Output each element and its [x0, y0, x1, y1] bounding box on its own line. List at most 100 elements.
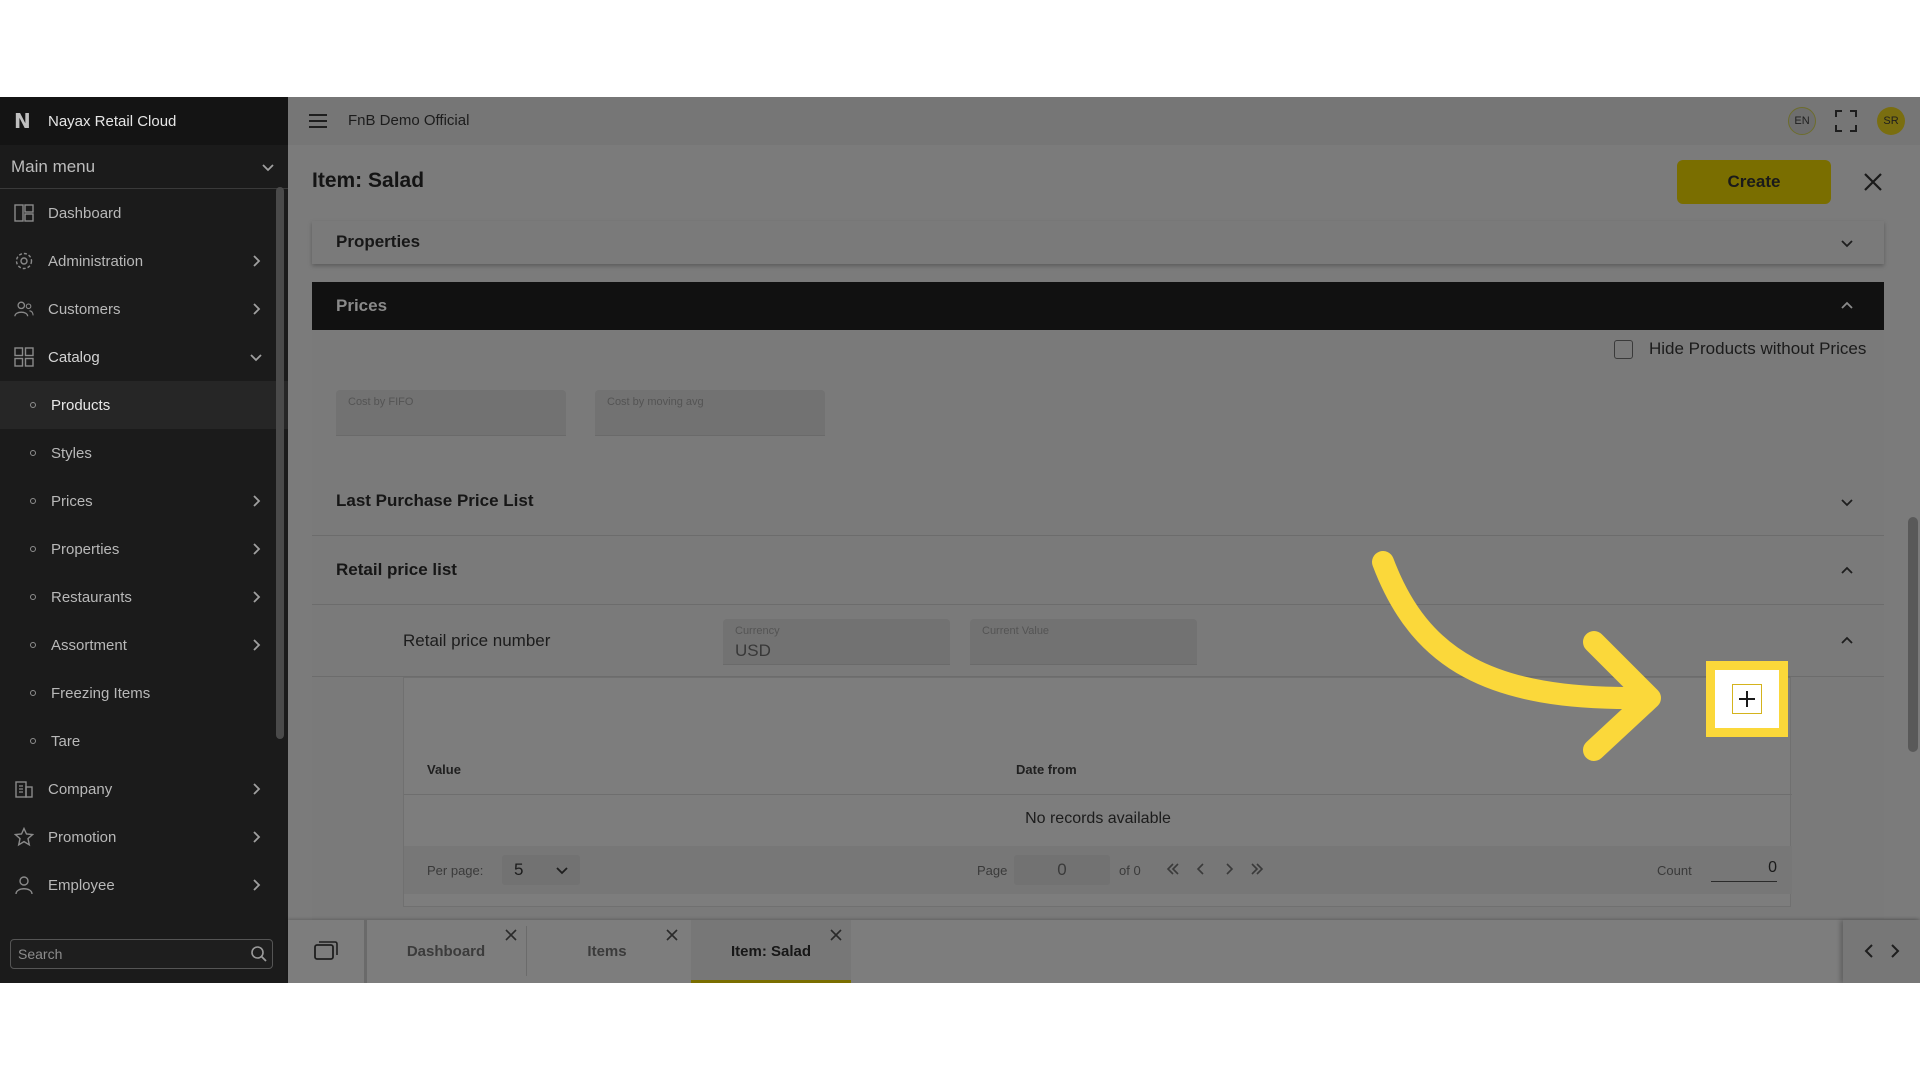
tab-items[interactable]: Items — [527, 920, 687, 983]
sidebar-item-label: Company — [48, 780, 113, 798]
per-page-label: Per page: — [427, 863, 484, 878]
field-label: Cost by FIFO — [348, 396, 414, 408]
user-avatar[interactable]: SR — [1877, 107, 1905, 135]
retail-price-number-row[interactable]: Retail price number Currency USD Current… — [312, 607, 1884, 677]
add-record-highlighted-button[interactable] — [1715, 670, 1779, 728]
close-icon[interactable] — [1862, 171, 1884, 193]
section-title: Prices — [336, 296, 388, 315]
scroll-tabs-right-icon[interactable] — [1885, 942, 1903, 960]
bullet-icon — [30, 642, 36, 648]
sidebar-item-company[interactable]: Company — [0, 765, 288, 813]
chevron-up-icon — [1841, 301, 1853, 309]
hide-products-label: Hide Products without Prices — [1649, 339, 1867, 358]
sidebar-item-employee[interactable]: Employee — [0, 861, 288, 909]
page-total-label: of 0 — [1119, 863, 1141, 878]
sidebar-item-label: Products — [51, 396, 111, 414]
header-divider — [404, 794, 1792, 795]
organization-name: FnB Demo Official — [348, 112, 470, 129]
language-switcher[interactable]: EN — [1788, 107, 1816, 135]
create-button[interactable]: Create — [1677, 160, 1831, 204]
close-tab-icon[interactable] — [829, 928, 843, 942]
count-value: 0 — [1711, 854, 1777, 882]
sidebar-subitem-products[interactable]: Products — [0, 381, 288, 429]
retail-price-list-header[interactable]: Retail price list — [312, 537, 1884, 605]
chevron-down-icon — [262, 163, 274, 171]
chevron-right-icon — [253, 783, 261, 795]
fullscreen-icon[interactable] — [1834, 109, 1858, 133]
sidebar-subitem-prices[interactable]: Prices — [0, 477, 288, 525]
chevron-right-icon — [253, 591, 261, 603]
sidebar-scrollbar[interactable] — [276, 187, 284, 739]
last-page-icon[interactable] — [1248, 860, 1266, 878]
sidebar-subitem-properties[interactable]: Properties — [0, 525, 288, 573]
sidebar-item-catalog[interactable]: Catalog — [0, 333, 288, 381]
main-content: FnB Demo Official EN SR Item: Salad Crea… — [288, 97, 1920, 983]
sidebar-item-label: Tare — [51, 732, 81, 750]
hide-products-checkbox[interactable] — [1614, 340, 1633, 359]
sidebar-search-input[interactable]: Search — [10, 939, 273, 969]
field-label: Current Value — [982, 625, 1050, 637]
sidebar-subitem-styles[interactable]: Styles — [0, 429, 288, 477]
tab-label: Dashboard — [406, 943, 486, 960]
sidebar-item-promotion[interactable]: Promotion — [0, 813, 288, 861]
search-placeholder: Search — [18, 946, 63, 962]
tab-item-salad[interactable]: Item: Salad — [691, 920, 851, 983]
page-number-input[interactable]: 0 — [1014, 855, 1110, 885]
chevron-down-icon — [556, 867, 568, 875]
chevron-right-icon — [253, 831, 261, 843]
bullet-icon — [30, 498, 36, 504]
plus-icon — [1739, 691, 1755, 707]
sidebar-item-label: Assortment — [51, 636, 127, 654]
open-tabs-bar: Dashboard Items Item: Salad — [288, 920, 1920, 983]
brand-header[interactable]: N Nayax Retail Cloud — [0, 97, 288, 145]
close-tab-icon[interactable] — [504, 928, 518, 942]
main-scrollbar[interactable] — [1908, 517, 1918, 752]
sidebar-item-dashboard[interactable]: Dashboard — [0, 189, 288, 237]
prices-section: Prices Hide Products without Prices Cost… — [312, 282, 1884, 922]
chevron-up-icon — [1841, 636, 1853, 644]
sidebar-item-label: Prices — [51, 492, 93, 510]
company-building-icon — [14, 779, 34, 799]
employee-icon — [14, 875, 34, 895]
last-purchase-price-list-header[interactable]: Last Purchase Price List — [312, 468, 1884, 536]
bullet-icon — [30, 738, 36, 744]
tab-dashboard[interactable]: Dashboard — [366, 920, 526, 983]
cost-by-fifo-field: Cost by FIFO — [336, 390, 566, 436]
hamburger-menu-icon[interactable] — [308, 113, 328, 129]
tabs-overview-icon[interactable] — [314, 940, 338, 962]
language-code: EN — [1794, 115, 1810, 127]
search-icon — [251, 946, 267, 962]
section-title: Retail price list — [336, 560, 457, 579]
column-header-date-from: Date from — [1016, 762, 1077, 777]
prices-section-header[interactable]: Prices — [312, 282, 1884, 330]
sidebar-item-label: Catalog — [48, 348, 100, 366]
next-page-icon[interactable] — [1220, 860, 1238, 878]
current-value-field: Current Value — [970, 619, 1197, 665]
bullet-icon — [30, 402, 36, 408]
section-title: Last Purchase Price List — [336, 491, 534, 510]
per-page-value: 5 — [514, 860, 524, 879]
sidebar-subitem-freezing-items[interactable]: Freezing Items — [0, 669, 288, 717]
close-tab-icon[interactable] — [665, 928, 679, 942]
sidebar-item-label: Freezing Items — [51, 684, 151, 702]
per-page-select[interactable]: 5 — [502, 855, 580, 885]
field-label: Currency — [735, 625, 780, 637]
sidebar-item-customers[interactable]: Customers — [0, 285, 288, 333]
chevron-right-icon — [253, 255, 261, 267]
top-bar: FnB Demo Official EN SR — [288, 97, 1920, 145]
chevron-right-icon — [253, 879, 261, 891]
first-page-icon[interactable] — [1164, 860, 1182, 878]
sidebar-subitem-assortment[interactable]: Assortment — [0, 621, 288, 669]
scroll-tabs-left-icon[interactable] — [1861, 942, 1879, 960]
previous-page-icon[interactable] — [1192, 860, 1210, 878]
sidebar-item-label: Dashboard — [48, 204, 122, 222]
main-menu-toggle[interactable]: Main menu — [0, 145, 288, 189]
sidebar-subitem-restaurants[interactable]: Restaurants — [0, 573, 288, 621]
sidebar-item-label: Customers — [48, 300, 121, 318]
page-label: Page — [977, 863, 1008, 878]
currency-value: USD — [735, 641, 771, 660]
sidebar-subitem-tare[interactable]: Tare — [0, 717, 288, 765]
sidebar-item-administration[interactable]: Administration — [0, 237, 288, 285]
retail-price-number-label: Retail price number — [403, 631, 551, 650]
properties-section-header[interactable]: Properties — [312, 221, 1884, 264]
